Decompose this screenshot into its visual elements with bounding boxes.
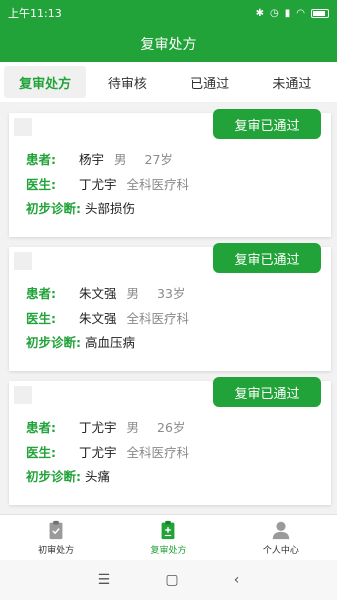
status-bar: 上午11:13 ✱ ◷ ▮ ◠	[0, 0, 337, 26]
prescription-card[interactable]: 复审已通过 患者: 朱文强 男 33岁 医生: 朱文强 全科医疗科 初步诊断: …	[9, 243, 331, 371]
patient-name: 杨宇	[79, 152, 105, 167]
status-badge: 复审已通过	[213, 243, 321, 273]
patient-label: 患者:	[26, 420, 56, 435]
battery-icon	[311, 8, 329, 18]
diagnosis-row: 初步诊断: 头部损伤	[26, 198, 135, 217]
signal-icon: ▮	[284, 7, 291, 19]
nav-initial-review[interactable]: 初审处方	[0, 515, 112, 560]
patient-age: 27岁	[144, 152, 173, 167]
department: 全科医疗科	[126, 177, 190, 192]
diagnosis-value: 头部损伤	[85, 201, 136, 216]
card-corner-decoration	[14, 252, 32, 270]
clipboard-check-icon	[49, 520, 63, 540]
nav-label: 个人中心	[262, 546, 299, 556]
department: 全科医疗科	[126, 311, 190, 326]
tab-review-prescription[interactable]: 复审处方	[4, 66, 87, 98]
patient-name: 朱文强	[79, 286, 117, 301]
patient-gender: 男	[126, 286, 140, 301]
page-title: 复审处方	[140, 37, 197, 53]
patient-row: 患者: 朱文强 男 33岁	[26, 283, 185, 302]
tab-bar: 复审处方 待审核 已通过 未通过	[0, 62, 337, 102]
doctor-label: 医生:	[26, 177, 56, 192]
tab-approved[interactable]: 已通过	[169, 66, 251, 98]
doctor-label: 医生:	[26, 311, 56, 326]
patient-label: 患者:	[26, 286, 56, 301]
prescription-card[interactable]: 复审已通过 患者: 丁尤宇 男 26岁 医生: 丁尤宇 全科医疗科 初步诊断: …	[9, 377, 331, 505]
prescription-card[interactable]: 复审已通过 患者: 杨宇 男 27岁 医生: 丁尤宇 全科医疗科 初步诊断: 头…	[9, 109, 331, 237]
diagnosis-value: 头痛	[85, 469, 111, 484]
doctor-row: 医生: 丁尤宇 全科医疗科	[26, 174, 189, 193]
doctor-name: 丁尤宇	[79, 445, 117, 460]
nav-label: 复审处方	[150, 546, 187, 556]
patient-gender: 男	[114, 152, 127, 167]
status-time: 上午11:13	[8, 7, 62, 20]
status-badge: 复审已通过	[213, 377, 321, 407]
diagnosis-value: 高血压病	[85, 335, 136, 350]
department: 全科医疗科	[126, 445, 190, 460]
bluetooth-icon: ✱	[255, 7, 265, 19]
user-icon	[272, 521, 290, 540]
nav-review[interactable]: 复审处方	[112, 515, 224, 560]
status-icons: ✱ ◷ ▮ ◠	[256, 8, 329, 19]
doctor-name: 朱文强	[79, 311, 117, 326]
menu-icon[interactable]: ☰	[98, 572, 111, 588]
patient-row: 患者: 杨宇 男 27岁	[26, 149, 173, 168]
diagnosis-row: 初步诊断: 高血压病	[26, 332, 135, 351]
tab-rejected[interactable]: 未通过	[251, 66, 333, 98]
home-icon[interactable]: ▢	[165, 572, 178, 588]
diagnosis-row: 初步诊断: 头痛	[26, 466, 110, 485]
card-corner-decoration	[14, 386, 32, 404]
prescription-list[interactable]: 复审已通过 患者: 杨宇 男 27岁 医生: 丁尤宇 全科医疗科 初步诊断: 头…	[0, 102, 337, 514]
patient-name: 丁尤宇	[79, 420, 117, 435]
app-bar: 复审处方	[0, 26, 337, 62]
nav-profile[interactable]: 个人中心	[225, 515, 337, 560]
bottom-nav: 初审处方 复审处方 个人中心	[0, 514, 337, 560]
system-navigation-bar: ☰ ▢ ‹	[0, 560, 337, 600]
doctor-row: 医生: 朱文强 全科医疗科	[26, 308, 189, 327]
patient-age: 33岁	[157, 286, 186, 301]
doctor-row: 医生: 丁尤宇 全科医疗科	[26, 442, 189, 461]
alarm-icon: ◷	[270, 7, 279, 19]
patient-label: 患者:	[26, 152, 56, 167]
patient-row: 患者: 丁尤宇 男 26岁	[26, 417, 185, 436]
patient-gender: 男	[126, 420, 140, 435]
back-icon[interactable]: ‹	[234, 572, 240, 588]
doctor-label: 医生:	[26, 445, 56, 460]
patient-age: 26岁	[157, 420, 186, 435]
diagnosis-label: 初步诊断:	[26, 469, 81, 484]
nav-label: 初审处方	[38, 546, 75, 556]
doctor-name: 丁尤宇	[79, 177, 117, 192]
wifi-icon: ◠	[296, 7, 305, 19]
diagnosis-label: 初步诊断:	[26, 201, 81, 216]
tab-pending[interactable]: 待审核	[86, 66, 168, 98]
card-corner-decoration	[14, 118, 32, 136]
clipboard-plus-icon	[162, 520, 175, 540]
status-badge: 复审已通过	[213, 109, 321, 139]
diagnosis-label: 初步诊断:	[26, 335, 81, 350]
